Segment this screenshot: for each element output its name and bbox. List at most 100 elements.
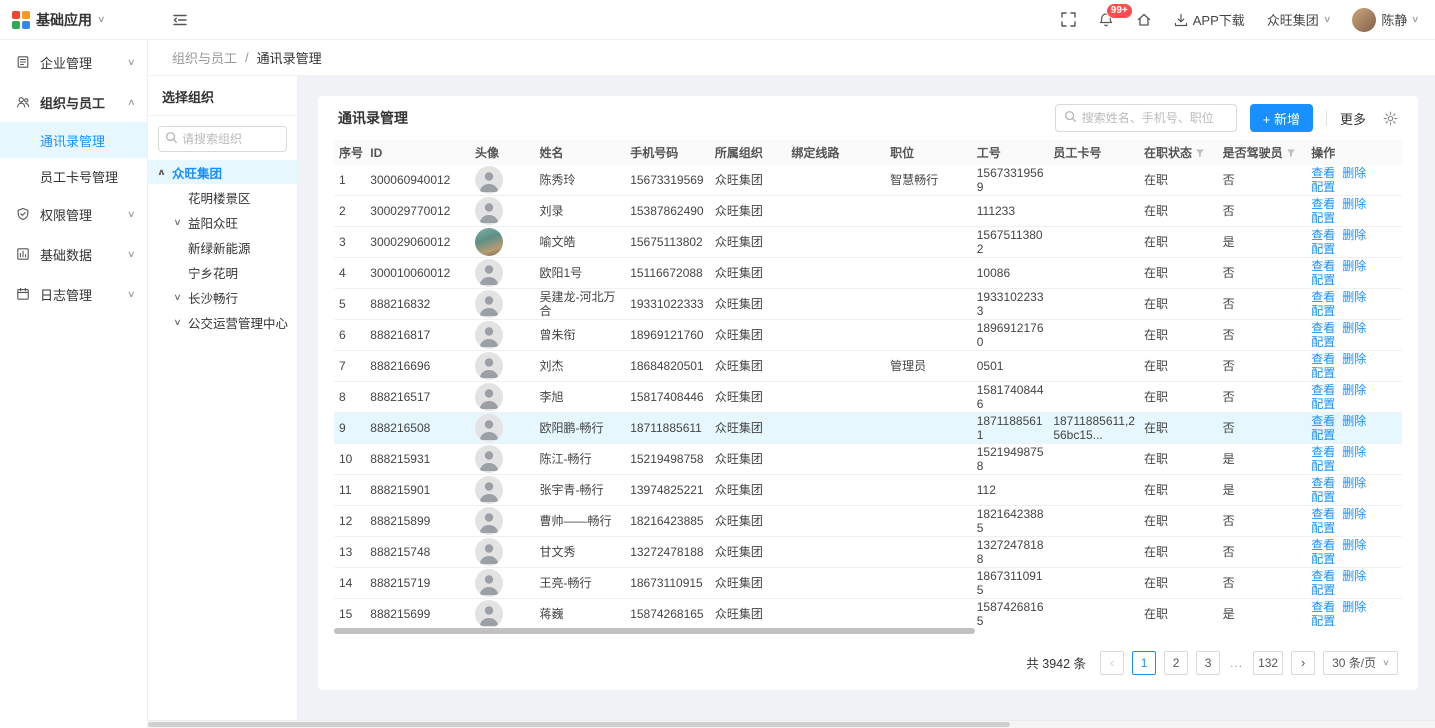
sidebar-collapse-icon[interactable] (172, 12, 188, 28)
view-link[interactable]: 查看 (1311, 321, 1335, 335)
view-link[interactable]: 查看 (1311, 290, 1335, 304)
table-row[interactable]: 11888215901张宇青-畅行13974825221众旺集团112在职是查看… (334, 475, 1402, 506)
config-link[interactable]: 配置 (1311, 211, 1335, 225)
table-row[interactable]: 4300010060012欧阳1号15116672088众旺集团10086在职否… (334, 258, 1402, 289)
config-link[interactable]: 配置 (1311, 397, 1335, 411)
delete-link[interactable]: 删除 (1342, 538, 1366, 552)
sidebar-subitem[interactable]: 员工卡号管理 (0, 158, 147, 194)
delete-link[interactable]: 删除 (1342, 476, 1366, 490)
next-page-button[interactable]: › (1291, 651, 1315, 675)
view-link[interactable]: 查看 (1311, 228, 1335, 242)
delete-link[interactable]: 删除 (1342, 445, 1366, 459)
table-row[interactable]: 10888215931陈江-畅行15219498758众旺集团152194987… (334, 444, 1402, 475)
expand-caret-icon[interactable]: ∨ (171, 292, 185, 303)
table-row[interactable]: 9888216508欧阳鹏-畅行18711885611众旺集团187118856… (334, 413, 1402, 444)
view-link[interactable]: 查看 (1311, 507, 1335, 521)
page-hscrollbar-thumb[interactable] (148, 722, 1010, 727)
config-link[interactable]: 配置 (1311, 459, 1335, 473)
org-search-input[interactable] (182, 132, 280, 146)
delete-link[interactable]: 删除 (1342, 290, 1366, 304)
config-link[interactable]: 配置 (1311, 552, 1335, 566)
org-selector[interactable]: 众旺集团 ∨ (1267, 10, 1331, 29)
view-link[interactable]: 查看 (1311, 197, 1335, 211)
config-link[interactable]: 配置 (1311, 180, 1335, 194)
user-menu[interactable]: 陈静 ∨ (1352, 8, 1419, 32)
org-tree-node[interactable]: ∨公交运营管理中心 (148, 310, 297, 334)
filter-icon[interactable] (1195, 147, 1205, 161)
config-link[interactable]: 配置 (1311, 366, 1335, 380)
org-tree-node[interactable]: 宁乡花明 (148, 260, 297, 284)
delete-link[interactable]: 删除 (1342, 259, 1366, 273)
table-row[interactable]: 14888215719王亮-畅行18673110915众旺集团186731109… (334, 568, 1402, 599)
config-link[interactable]: 配置 (1311, 335, 1335, 349)
sidebar-item[interactable]: 日志管理∨ (0, 274, 147, 314)
org-tree-node[interactable]: 花明楼景区 (148, 185, 297, 209)
collapse-caret-icon[interactable]: ∧ (155, 167, 169, 178)
page-size-select[interactable]: 30 条/页 ∨ (1323, 651, 1398, 675)
config-link[interactable]: 配置 (1311, 273, 1335, 287)
more-button[interactable]: 更多 (1340, 109, 1366, 128)
view-link[interactable]: 查看 (1311, 166, 1335, 180)
table-row[interactable]: 7888216696刘杰18684820501众旺集团管理员0501在职否查看删… (334, 351, 1402, 382)
delete-link[interactable]: 删除 (1342, 507, 1366, 521)
delete-link[interactable]: 删除 (1342, 352, 1366, 366)
expand-caret-icon[interactable]: ∨ (171, 217, 185, 228)
sidebar-item[interactable]: 企业管理∨ (0, 42, 147, 82)
table-row[interactable]: 15888215699蒋巍15874268165众旺集团15874268165在… (334, 599, 1402, 628)
page-button[interactable]: 1 (1132, 651, 1156, 675)
config-link[interactable]: 配置 (1311, 304, 1335, 318)
view-link[interactable]: 查看 (1311, 538, 1335, 552)
table-row[interactable]: 8888216517李旭15817408446众旺集团15817408446在职… (334, 382, 1402, 413)
breadcrumb-parent[interactable]: 组织与员工 (172, 48, 237, 67)
view-link[interactable]: 查看 (1311, 445, 1335, 459)
table-row[interactable]: 6888216817曾朱衔18969121760众旺集团18969121760在… (334, 320, 1402, 351)
sidebar-item[interactable]: 组织与员工∧ (0, 82, 147, 122)
delete-link[interactable]: 删除 (1342, 197, 1366, 211)
config-link[interactable]: 配置 (1311, 614, 1335, 627)
view-link[interactable]: 查看 (1311, 383, 1335, 397)
page-button[interactable]: 3 (1196, 651, 1220, 675)
org-tree-node[interactable]: 新绿新能源 (148, 235, 297, 259)
view-link[interactable]: 查看 (1311, 600, 1335, 614)
org-tree-node[interactable]: ∨长沙畅行 (148, 285, 297, 309)
expand-caret-icon[interactable]: ∨ (171, 317, 185, 328)
sidebar-item[interactable]: 基础数据∨ (0, 234, 147, 274)
sidebar-item[interactable]: 权限管理∨ (0, 194, 147, 234)
table-row[interactable]: 13888215748甘文秀13272478188众旺集团13272478188… (334, 537, 1402, 568)
table-row[interactable]: 12888215899曹帅——畅行18216423885众旺集团18216423… (334, 506, 1402, 537)
table-row[interactable]: 1300060940012陈秀玲15673319569众旺集团智慧畅行15673… (334, 165, 1402, 196)
org-tree-node[interactable]: ∧众旺集团 (148, 160, 297, 184)
notification-bell-icon[interactable]: 99+ (1098, 12, 1114, 28)
prev-page-button[interactable]: ‹ (1100, 651, 1124, 675)
table-hscrollbar-thumb[interactable] (334, 628, 975, 634)
org-tree-node[interactable]: ∨益阳众旺 (148, 210, 297, 234)
home-icon[interactable] (1136, 12, 1152, 28)
view-link[interactable]: 查看 (1311, 476, 1335, 490)
view-link[interactable]: 查看 (1311, 352, 1335, 366)
delete-link[interactable]: 删除 (1342, 383, 1366, 397)
config-link[interactable]: 配置 (1311, 242, 1335, 256)
table-row[interactable]: 5888216832吴建龙-河北万合19331022333众旺集团1933102… (334, 289, 1402, 320)
page-button[interactable]: 132 (1253, 651, 1283, 675)
view-link[interactable]: 查看 (1311, 259, 1335, 273)
app-download-button[interactable]: APP下载 (1174, 10, 1245, 29)
delete-link[interactable]: 删除 (1342, 414, 1366, 428)
delete-link[interactable]: 删除 (1342, 228, 1366, 242)
config-link[interactable]: 配置 (1311, 583, 1335, 597)
view-link[interactable]: 查看 (1311, 414, 1335, 428)
table-row[interactable]: 3300029060012喻文皓15675113802众旺集团156751138… (334, 227, 1402, 258)
sidebar-subitem[interactable]: 通讯录管理 (0, 122, 147, 158)
view-link[interactable]: 查看 (1311, 569, 1335, 583)
config-link[interactable]: 配置 (1311, 490, 1335, 504)
app-switcher[interactable]: 基础应用 ∨ (0, 10, 148, 30)
fullscreen-icon[interactable] (1061, 12, 1076, 27)
filter-icon[interactable] (1286, 147, 1296, 161)
delete-link[interactable]: 删除 (1342, 321, 1366, 335)
delete-link[interactable]: 删除 (1342, 569, 1366, 583)
table-row[interactable]: 2300029770012刘录15387862490众旺集团111233在职否查… (334, 196, 1402, 227)
table-search-input[interactable] (1082, 111, 1228, 125)
config-link[interactable]: 配置 (1311, 521, 1335, 535)
add-button[interactable]: + 新增 (1250, 104, 1313, 132)
page-button[interactable]: 2 (1164, 651, 1188, 675)
delete-link[interactable]: 删除 (1342, 166, 1366, 180)
